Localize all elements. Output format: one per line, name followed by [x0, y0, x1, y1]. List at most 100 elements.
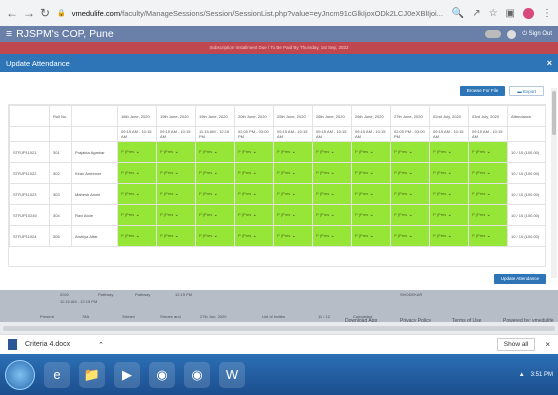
attendance-value: P (Pres: [121, 212, 135, 217]
attendance-select[interactable]: P (Pres ⌄: [468, 225, 508, 247]
attendance-select[interactable]: P (Pres ⌄: [273, 225, 313, 247]
attendance-select[interactable]: P (Pres ⌄: [234, 162, 274, 184]
zoom-icon[interactable]: 🔍: [452, 8, 464, 19]
close-icon[interactable]: ×: [545, 340, 550, 349]
update-attendance-button[interactable]: Update Attendance: [493, 274, 546, 284]
share-icon[interactable]: ↗: [472, 8, 480, 19]
attendance-select[interactable]: P (Pres ⌄: [468, 183, 508, 205]
attendance-select[interactable]: P (Pres ⌄: [351, 141, 391, 163]
subscription-banner: Subscription Installment Due / To Be Pai…: [0, 42, 558, 54]
attendance-select[interactable]: P (Pres ⌄: [390, 225, 430, 247]
attendance-select[interactable]: P (Pres ⌄: [429, 204, 469, 226]
scrollbar-thumb[interactable]: [552, 91, 556, 135]
attendance-select[interactable]: P (Pres ⌄: [195, 162, 235, 184]
attendance-select[interactable]: P (Pres ⌄: [312, 162, 352, 184]
attendance-select[interactable]: P (Pres ⌄: [390, 162, 430, 184]
attendance-select[interactable]: P (Pres ⌄: [468, 141, 508, 163]
attendance-select[interactable]: P (Pres ⌄: [195, 225, 235, 247]
attendance-select[interactable]: P (Pres ⌄: [195, 183, 235, 205]
attendance-select[interactable]: P (Pres ⌄: [312, 204, 352, 226]
attendance-select[interactable]: P (Pres ⌄: [468, 162, 508, 184]
attendance-select[interactable]: P (Pres ⌄: [390, 141, 430, 163]
toggle-switch[interactable]: [485, 30, 502, 38]
attendance-select[interactable]: P (Pres ⌄: [429, 141, 469, 163]
chevron-down-icon: ⌄: [290, 233, 296, 239]
reload-icon[interactable]: ↻: [40, 6, 50, 20]
avatar[interactable]: [507, 29, 517, 39]
attendance-value: P (Pres: [277, 149, 291, 154]
chevron-down-icon: ⌄: [251, 191, 257, 197]
taskbar: e 📁 ▶ ◉ ◉ W ▲ 3:51 PM: [0, 354, 558, 395]
attendance-select[interactable]: P (Pres ⌄: [351, 225, 391, 247]
attendance-select[interactable]: P (Pres ⌄: [429, 183, 469, 205]
export-button[interactable]: ▬ Export: [509, 86, 544, 96]
attendance-select[interactable]: P (Pres ⌄: [156, 204, 196, 226]
attendance-select[interactable]: P (Pres ⌄: [273, 204, 313, 226]
browse-file-button[interactable]: Browse For File: [459, 86, 506, 96]
horizontal-scrollbar[interactable]: [0, 322, 558, 334]
chrome-icon[interactable]: ◉: [184, 361, 210, 388]
attendance-select[interactable]: P (Pres ⌄: [156, 162, 196, 184]
scrollbar-thumb[interactable]: [3, 326, 555, 331]
attendance-select[interactable]: P (Pres ⌄: [273, 183, 313, 205]
attendance-select[interactable]: P (Pres ⌄: [195, 204, 235, 226]
signout-link[interactable]: ⏻ Sign Out: [522, 31, 552, 38]
attendance-select[interactable]: P (Pres ⌄: [117, 162, 157, 184]
network-icon[interactable]: ▲: [519, 372, 525, 378]
attendance-select[interactable]: P (Pres ⌄: [234, 141, 274, 163]
folder-icon[interactable]: 📁: [79, 361, 105, 388]
attendance-value: P (Pres: [433, 170, 447, 175]
attendance-select[interactable]: P (Pres ⌄: [312, 141, 352, 163]
internet-explorer-icon[interactable]: e: [44, 361, 70, 388]
modal-scrollbar[interactable]: [551, 88, 557, 278]
start-button[interactable]: [5, 359, 35, 390]
attendance-select[interactable]: P (Pres ⌄: [156, 141, 196, 163]
attendance-select[interactable]: P (Pres ⌄: [117, 225, 157, 247]
tab-square-icon[interactable]: ▣: [506, 8, 515, 19]
attendance-select[interactable]: P (Pres ⌄: [195, 141, 235, 163]
hamburger-icon[interactable]: ≡: [6, 28, 12, 40]
menu-kebab-icon[interactable]: ⋮: [542, 8, 552, 19]
extension-icon[interactable]: [523, 7, 534, 19]
attendance-select[interactable]: P (Pres ⌄: [273, 162, 313, 184]
attendance-select[interactable]: P (Pres ⌄: [117, 183, 157, 205]
attendance-value: P (Pres: [277, 212, 291, 217]
chevron-down-icon: ⌄: [251, 212, 257, 218]
back-arrow-icon[interactable]: ←: [6, 6, 18, 20]
attendance-select[interactable]: P (Pres ⌄: [468, 204, 508, 226]
attendance-value: P (Pres: [316, 170, 330, 175]
download-file-name[interactable]: Criteria 4.docx: [25, 341, 70, 348]
attendance-select[interactable]: P (Pres ⌄: [273, 141, 313, 163]
attendance-select[interactable]: P (Pres ⌄: [117, 204, 157, 226]
attendance-select[interactable]: P (Pres ⌄: [312, 225, 352, 247]
clock[interactable]: 3:51 PM: [531, 372, 553, 378]
show-all-button[interactable]: Show all: [496, 338, 536, 351]
chrome-icon[interactable]: ◉: [149, 361, 175, 388]
student-name: Arshiya Attar: [71, 225, 118, 247]
media-player-icon[interactable]: ▶: [114, 361, 140, 388]
attendance-value: P (Pres: [394, 233, 408, 238]
attendance-select[interactable]: P (Pres ⌄: [429, 162, 469, 184]
attendance-value: P (Pres: [355, 212, 369, 217]
attendance-select[interactable]: P (Pres ⌄: [351, 183, 391, 205]
attendance-select[interactable]: P (Pres ⌄: [312, 183, 352, 205]
attendance-select[interactable]: P (Pres ⌄: [234, 183, 274, 205]
attendance-select[interactable]: P (Pres ⌄: [390, 183, 430, 205]
attendance-select[interactable]: P (Pres ⌄: [390, 204, 430, 226]
attendance-summary: 10 / 10 (100.00): [507, 225, 545, 247]
forward-arrow-icon[interactable]: →: [23, 6, 35, 20]
attendance-select[interactable]: P (Pres ⌄: [429, 225, 469, 247]
address-bar[interactable]: 🔒 vmedulife.com /faculty/ManageSessions/…: [57, 4, 445, 22]
attendance-select[interactable]: P (Pres ⌄: [117, 141, 157, 163]
attendance-select[interactable]: P (Pres ⌄: [234, 225, 274, 247]
attendance-select[interactable]: P (Pres ⌄: [234, 204, 274, 226]
word-icon[interactable]: W: [219, 361, 245, 388]
close-icon[interactable]: ×: [547, 58, 552, 68]
attendance-select[interactable]: P (Pres ⌄: [156, 183, 196, 205]
chevron-down-icon: ⌄: [134, 212, 140, 218]
attendance-select[interactable]: P (Pres ⌄: [351, 162, 391, 184]
attendance-select[interactable]: P (Pres ⌄: [351, 204, 391, 226]
star-icon[interactable]: ☆: [489, 8, 498, 19]
attendance-select[interactable]: P (Pres ⌄: [156, 225, 196, 247]
chevron-up-icon[interactable]: ⌃: [98, 341, 104, 349]
